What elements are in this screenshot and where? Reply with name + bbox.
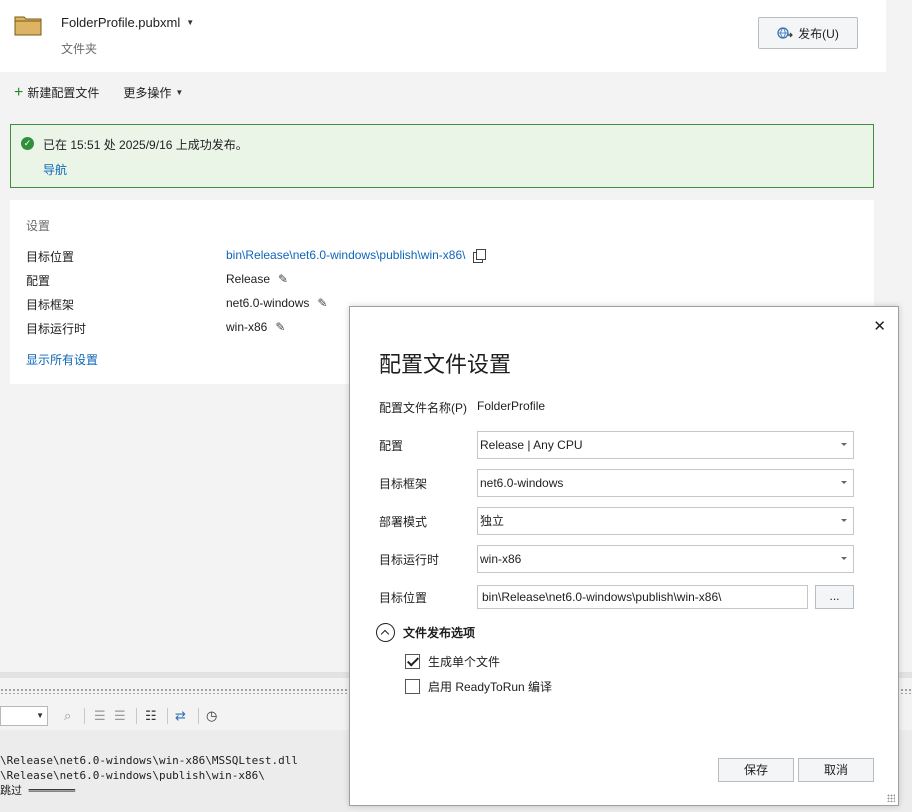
runtime-value: win-x86 <box>226 320 268 334</box>
setting-value-framework: net6.0-windows ✎ <box>226 296 327 310</box>
edit-pencil-icon[interactable]: ✎ <box>317 296 327 310</box>
toolbar-separator <box>198 708 199 724</box>
dialog-title: 配置文件设置 <box>379 352 512 377</box>
profile-type: 文件夹 <box>61 42 98 56</box>
edit-pencil-icon[interactable]: ✎ <box>275 320 285 334</box>
success-check-icon: ✓ <box>21 137 34 150</box>
clock-icon[interactable]: ◷ <box>206 708 217 724</box>
configuration-select-value: Release | Any CPU <box>480 438 583 452</box>
folder-icon <box>14 16 42 36</box>
more-actions-menu[interactable]: 更多操作 ▼ <box>123 84 183 101</box>
chevron-down-icon <box>841 481 847 484</box>
settings-title: 设置 <box>26 219 51 233</box>
profile-settings-dialog: ✕ 配置文件设置 配置文件名称(P) FolderProfile 配置 Rele… <box>349 306 899 806</box>
profile-name-label: FolderProfile.pubxml <box>61 15 181 30</box>
find-message-icon[interactable]: ⌕ <box>64 708 71 724</box>
previous-message-icon[interactable]: ☰ <box>94 708 106 724</box>
profile-toolbar: + 新建配置文件 更多操作 ▼ <box>14 84 183 101</box>
chevron-down-icon: ▼ <box>175 88 184 97</box>
deploy-mode-field-label: 部署模式 <box>379 515 428 529</box>
chevron-up-circle-icon <box>376 623 395 642</box>
single-file-label: 生成单个文件 <box>428 655 501 669</box>
publish-success-banner: ✓ 已在 15:51 处 2025/9/16 上成功发布。 导航 <box>10 124 874 188</box>
toolbar-separator <box>136 708 137 724</box>
clear-all-icon[interactable]: ☷ <box>145 708 157 724</box>
publish-button[interactable]: 发布(U) <box>758 17 858 49</box>
readytorun-checkbox[interactable] <box>405 679 420 694</box>
resize-grip[interactable] <box>887 794 895 802</box>
chevron-down-icon: ▼ <box>36 711 44 720</box>
setting-value-target-location: bin\Release\net6.0-windows\publish\win-x… <box>226 248 487 263</box>
setting-label-runtime: 目标运行时 <box>26 322 87 336</box>
chevron-down-icon <box>841 557 847 560</box>
profile-name-value: FolderProfile <box>477 399 546 413</box>
close-icon[interactable]: ✕ <box>873 317 886 335</box>
target-location-input[interactable]: bin\Release\net6.0-windows\publish\win-x… <box>477 585 808 609</box>
single-file-checkbox[interactable] <box>405 654 420 669</box>
success-message: 已在 15:51 处 2025/9/16 上成功发布。 <box>43 138 248 152</box>
publish-globe-icon <box>777 27 794 39</box>
save-button[interactable]: 保存 <box>718 758 794 782</box>
readytorun-label: 启用 ReadyToRun 编译 <box>428 680 553 694</box>
readytorun-option[interactable]: 启用 ReadyToRun 编译 <box>405 678 552 695</box>
plus-icon: + <box>14 83 24 101</box>
more-actions-label: 更多操作 <box>123 86 172 100</box>
deploy-mode-select-value: 独立 <box>480 514 505 528</box>
runtime-select-value: win-x86 <box>480 552 522 566</box>
framework-select-value: net6.0-windows <box>480 476 564 490</box>
setting-label-configuration: 配置 <box>26 274 51 288</box>
next-message-icon[interactable]: ☰ <box>114 708 126 724</box>
file-publish-options-label: 文件发布选项 <box>403 626 476 640</box>
new-profile-button[interactable]: + 新建配置文件 <box>14 84 99 101</box>
publish-button-label: 发布(U) <box>798 26 839 41</box>
copy-icon[interactable] <box>473 248 487 263</box>
configuration-value: Release <box>226 272 271 286</box>
framework-value: net6.0-windows <box>226 296 310 310</box>
navigate-link[interactable]: 导航 <box>43 161 67 178</box>
chevron-down-icon: ▼ <box>186 18 195 27</box>
location-field-label: 目标位置 <box>379 591 428 605</box>
configuration-select[interactable]: Release | Any CPU <box>477 431 854 459</box>
profile-selector[interactable]: FolderProfile.pubxml ▼ <box>61 15 194 30</box>
new-profile-label: 新建配置文件 <box>27 86 100 100</box>
show-all-settings-link[interactable]: 显示所有设置 <box>26 351 98 368</box>
setting-label-target-location: 目标位置 <box>26 250 75 264</box>
chevron-down-icon <box>841 519 847 522</box>
configuration-field-label: 配置 <box>379 439 404 453</box>
deploy-mode-select[interactable]: 独立 <box>477 507 854 535</box>
single-file-option[interactable]: 生成单个文件 <box>405 653 500 670</box>
toolbar-separator <box>167 708 168 724</box>
edit-pencil-icon[interactable]: ✎ <box>278 272 288 286</box>
framework-select[interactable]: net6.0-windows <box>477 469 854 497</box>
cancel-button[interactable]: 取消 <box>798 758 874 782</box>
toolbar-separator <box>84 708 85 724</box>
output-source-dropdown[interactable]: ▼ <box>0 706 48 726</box>
file-publish-options-expander[interactable]: 文件发布选项 <box>376 623 475 642</box>
word-wrap-icon[interactable]: ⇄ <box>175 708 186 724</box>
framework-field-label: 目标框架 <box>379 477 428 491</box>
runtime-field-label: 目标运行时 <box>379 553 440 567</box>
setting-value-configuration: Release ✎ <box>226 272 288 286</box>
runtime-select[interactable]: win-x86 <box>477 545 854 573</box>
profile-name-field-label: 配置文件名称(P) <box>379 401 467 415</box>
browse-button[interactable]: ... <box>815 585 854 609</box>
chevron-down-icon <box>841 443 847 446</box>
setting-label-framework: 目标框架 <box>26 298 75 312</box>
profile-header: FolderProfile.pubxml ▼ 文件夹 发布(U) <box>0 0 886 72</box>
target-location-link[interactable]: bin\Release\net6.0-windows\publish\win-x… <box>226 248 465 262</box>
setting-value-runtime: win-x86 ✎ <box>226 320 285 334</box>
